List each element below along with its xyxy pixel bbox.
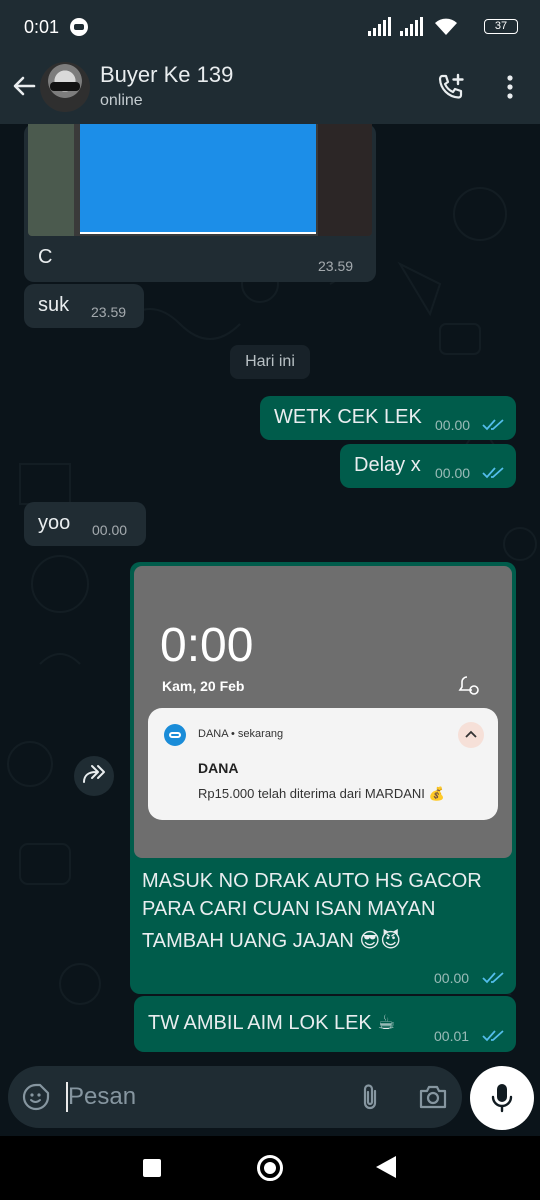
contact-status: online bbox=[100, 92, 143, 109]
read-ticks-icon bbox=[482, 419, 504, 431]
message-input-bar bbox=[0, 1064, 540, 1136]
home-button[interactable] bbox=[257, 1155, 283, 1181]
camera-icon[interactable] bbox=[418, 1084, 448, 1110]
message-time: 00.00 bbox=[435, 465, 471, 481]
recent-apps-button[interactable] bbox=[143, 1159, 161, 1177]
message-text: Delay x bbox=[354, 454, 421, 476]
message-bubble-incoming[interactable]: C 23.59 bbox=[24, 124, 376, 282]
system-navigation-bar bbox=[0, 1136, 540, 1200]
message-time: 00.00 bbox=[92, 522, 128, 538]
microphone-icon bbox=[491, 1084, 513, 1113]
message-time: 00.01 bbox=[434, 1028, 470, 1044]
message-caption-line-2: PARA CARI CUAN ISAN MAYAN bbox=[142, 898, 436, 920]
message-bubble-outgoing[interactable]: WETK CEK LEK 00.00 bbox=[260, 396, 516, 440]
message-bubble-outgoing[interactable]: 0:00 Kam, 20 Feb DANA • sekarang DANA Rp… bbox=[130, 562, 516, 994]
dana-notification-card: DANA • sekarang DANA Rp15.000 telah dite… bbox=[148, 708, 498, 820]
more-options-icon[interactable] bbox=[498, 72, 522, 102]
notification-app-icon bbox=[70, 18, 88, 36]
system-back-button[interactable] bbox=[376, 1156, 396, 1178]
lockscreen-date: Kam, 20 Feb bbox=[162, 678, 245, 694]
lockscreen-time: 0:00 bbox=[160, 619, 254, 672]
message-image-screenshot[interactable]: 0:00 Kam, 20 Feb DANA • sekarang DANA Rp… bbox=[134, 566, 512, 858]
message-input[interactable] bbox=[68, 1078, 338, 1116]
wifi-icon bbox=[435, 18, 457, 35]
notification-body: Rp15.000 telah diterima dari MARDANI 💰 bbox=[198, 786, 445, 801]
status-icons: 37 bbox=[368, 14, 518, 38]
dana-app-icon bbox=[164, 724, 186, 746]
message-image[interactable] bbox=[28, 124, 372, 236]
chat-header: Buyer Ke 139 online bbox=[0, 52, 540, 124]
read-ticks-icon bbox=[482, 972, 504, 984]
signal-icon bbox=[368, 17, 391, 36]
notification-app-label: DANA • sekarang bbox=[198, 728, 284, 740]
image-blue-panel bbox=[80, 124, 316, 234]
notification-title: DANA bbox=[198, 760, 239, 776]
sticker-emoji-icon[interactable] bbox=[22, 1083, 50, 1111]
add-call-icon[interactable] bbox=[436, 72, 466, 102]
forward-icon bbox=[83, 765, 105, 783]
image-dark-panel bbox=[318, 124, 372, 236]
read-ticks-icon bbox=[482, 1030, 504, 1042]
contact-name[interactable]: Buyer Ke 139 bbox=[100, 62, 233, 88]
message-bubble-outgoing[interactable]: TW AMBIL AIM LOK LEK ☕ 00.01 bbox=[134, 996, 516, 1052]
message-time: 00.00 bbox=[435, 417, 471, 433]
signal-icon-2 bbox=[400, 17, 423, 36]
message-bubble-incoming[interactable]: suk 23.59 bbox=[24, 284, 144, 328]
message-time: 00.00 bbox=[434, 970, 470, 986]
message-text: yoo bbox=[38, 512, 71, 534]
date-separator: Hari ini bbox=[230, 345, 310, 379]
message-bubble-incoming[interactable]: yoo 00.00 bbox=[24, 502, 146, 546]
status-bar: 0:01 37 bbox=[0, 0, 540, 52]
whatsapp-chat-screen: 0:01 37 Buyer Ke 139 online C 23.59 suk … bbox=[0, 0, 540, 1200]
forward-button[interactable] bbox=[74, 756, 114, 796]
back-arrow-icon[interactable] bbox=[10, 72, 38, 100]
message-time: 23.59 bbox=[91, 304, 127, 320]
message-time: 23.59 bbox=[318, 258, 354, 274]
image-thumbnail-left bbox=[28, 124, 74, 236]
chat-area[interactable]: C 23.59 suk 23.59 Hari ini WETK CEK LEK … bbox=[0, 124, 540, 1064]
read-ticks-icon bbox=[482, 467, 504, 479]
message-text: suk bbox=[38, 294, 70, 316]
message-caption-line-3: TAMBAH UANG JAJAN 😎😈 bbox=[142, 930, 402, 952]
message-text: C bbox=[38, 246, 53, 268]
message-bubble-outgoing[interactable]: Delay x 00.00 bbox=[340, 444, 516, 488]
message-caption-line-1: MASUK NO DRAK AUTO HS GACOR bbox=[142, 870, 482, 892]
battery-indicator: 37 bbox=[484, 19, 518, 34]
message-text: TW AMBIL AIM LOK LEK ☕ bbox=[148, 1012, 396, 1034]
voice-message-button[interactable] bbox=[470, 1066, 534, 1130]
message-input-container[interactable] bbox=[8, 1066, 462, 1128]
status-time: 0:01 bbox=[24, 17, 60, 37]
chevron-up-icon bbox=[458, 722, 484, 748]
message-text: WETK CEK LEK bbox=[274, 406, 422, 428]
notification-settings-icon bbox=[458, 676, 479, 695]
contact-avatar[interactable] bbox=[40, 62, 90, 112]
attach-paperclip-icon[interactable] bbox=[358, 1082, 382, 1112]
